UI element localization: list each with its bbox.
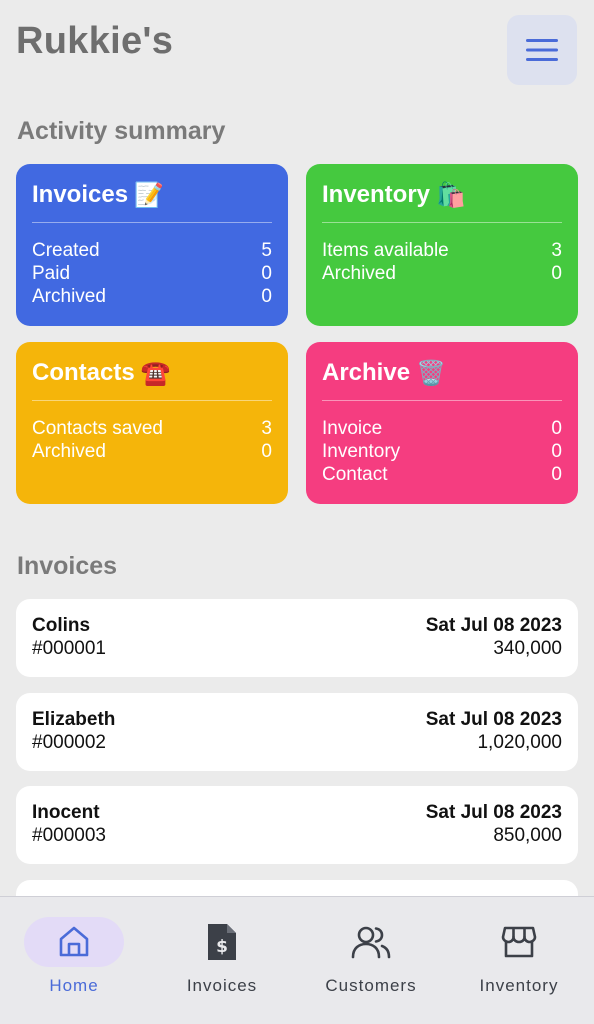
invoice-number: #000003 — [32, 825, 106, 846]
stat-value: 0 — [261, 441, 272, 462]
stat-value: 5 — [261, 240, 272, 261]
customer-name: Elizabeth — [32, 709, 116, 730]
stat-value: 3 — [551, 240, 562, 261]
inventory-summary-card[interactable]: Inventory 🛍️ Items available 3 Archived 0 — [306, 164, 578, 326]
invoice-date: Sat Jul 08 2023 — [425, 802, 562, 823]
invoices-section-title: Invoices — [17, 552, 118, 580]
card-title: Contacts — [32, 359, 135, 386]
nav-label: Home — [49, 976, 99, 995]
nav-label: Invoices — [186, 976, 258, 995]
home-icon — [59, 926, 89, 957]
nav-customers[interactable]: Customers — [297, 897, 445, 1024]
invoices-summary-card[interactable]: Invoices 📝 Created 5 Paid 0 Archived 0 — [16, 164, 288, 326]
stat-value: 0 — [551, 418, 562, 439]
stat-label: Archived — [322, 263, 396, 284]
stat-label: Invoice — [322, 418, 383, 439]
stat-label: Paid — [32, 263, 71, 284]
hamburger-icon — [526, 39, 558, 61]
nav-home[interactable]: Home — [0, 897, 148, 1024]
app-title: Rukkie's — [16, 20, 174, 62]
nav-active-indicator — [24, 917, 124, 967]
nav-icon-wrap: $ — [172, 917, 272, 967]
stat-label: Inventory — [322, 441, 401, 462]
card-divider — [32, 222, 272, 223]
bottom-navigation: Home $ Invoices Customers Inventory — [0, 896, 594, 1024]
stat-label: Items available — [322, 240, 449, 261]
stat-value: 0 — [551, 441, 562, 462]
nav-icon-wrap — [321, 917, 421, 967]
nav-invoices[interactable]: $ Invoices — [148, 897, 296, 1024]
card-title: Inventory — [322, 181, 431, 208]
invoice-amount: 850,000 — [493, 825, 562, 846]
menu-button[interactable] — [507, 15, 577, 85]
stat-label: Contacts saved — [32, 418, 163, 439]
invoice-amount: 340,000 — [493, 638, 562, 659]
contacts-summary-card[interactable]: Contacts ☎️ Contacts saved 3 Archived 0 — [16, 342, 288, 504]
card-divider — [32, 400, 272, 401]
stat-value: 3 — [261, 418, 272, 439]
card-title: Invoices — [32, 181, 129, 208]
wastebasket-icon: 🗑️ — [416, 359, 446, 387]
nav-label: Inventory — [479, 976, 559, 995]
card-title: Archive — [322, 359, 411, 386]
invoice-date: Sat Jul 08 2023 — [425, 615, 562, 636]
stat-value: 0 — [261, 286, 272, 307]
shopping-bags-icon: 🛍️ — [436, 181, 466, 209]
users-icon — [351, 926, 391, 959]
archive-summary-card[interactable]: Archive 🗑️ Invoice 0 Inventory 0 Contact 0 — [306, 342, 578, 504]
invoice-list-item[interactable]: Elizabeth Sat Jul 08 2023 #000002 1,020,00… — [16, 693, 578, 771]
invoice-number: #000002 — [32, 732, 106, 753]
stat-value: 0 — [551, 263, 562, 284]
store-icon — [501, 926, 537, 958]
card-divider — [322, 400, 562, 401]
nav-icon-wrap — [469, 917, 569, 967]
invoice-list-item[interactable]: Inocent Sat Jul 08 2023 #000003 850,000 — [16, 786, 578, 864]
stat-label: Contact — [322, 464, 388, 485]
invoice-number: #000001 — [32, 638, 106, 659]
stat-label: Archived — [32, 286, 106, 307]
nav-label: Customers — [325, 976, 417, 995]
stat-label: Created — [32, 240, 100, 261]
invoice-icon: $ — [208, 924, 236, 960]
stat-value: 0 — [551, 464, 562, 485]
activity-summary-title: Activity summary — [17, 117, 226, 145]
customer-name: Colins — [32, 615, 91, 636]
invoice-date: Sat Jul 08 2023 — [425, 709, 562, 730]
invoice-list-item[interactable]: Colins Sat Jul 08 2023 #000001 340,000 — [16, 599, 578, 677]
stat-value: 0 — [261, 263, 272, 284]
invoice-amount: 1,020,000 — [477, 732, 562, 753]
customer-name: Inocent — [32, 802, 100, 823]
card-divider — [322, 222, 562, 223]
svg-text:$: $ — [216, 937, 228, 957]
telephone-icon: ☎️ — [140, 359, 171, 387]
stat-label: Archived — [32, 441, 106, 462]
memo-icon: 📝 — [134, 181, 164, 209]
nav-inventory[interactable]: Inventory — [445, 897, 593, 1024]
